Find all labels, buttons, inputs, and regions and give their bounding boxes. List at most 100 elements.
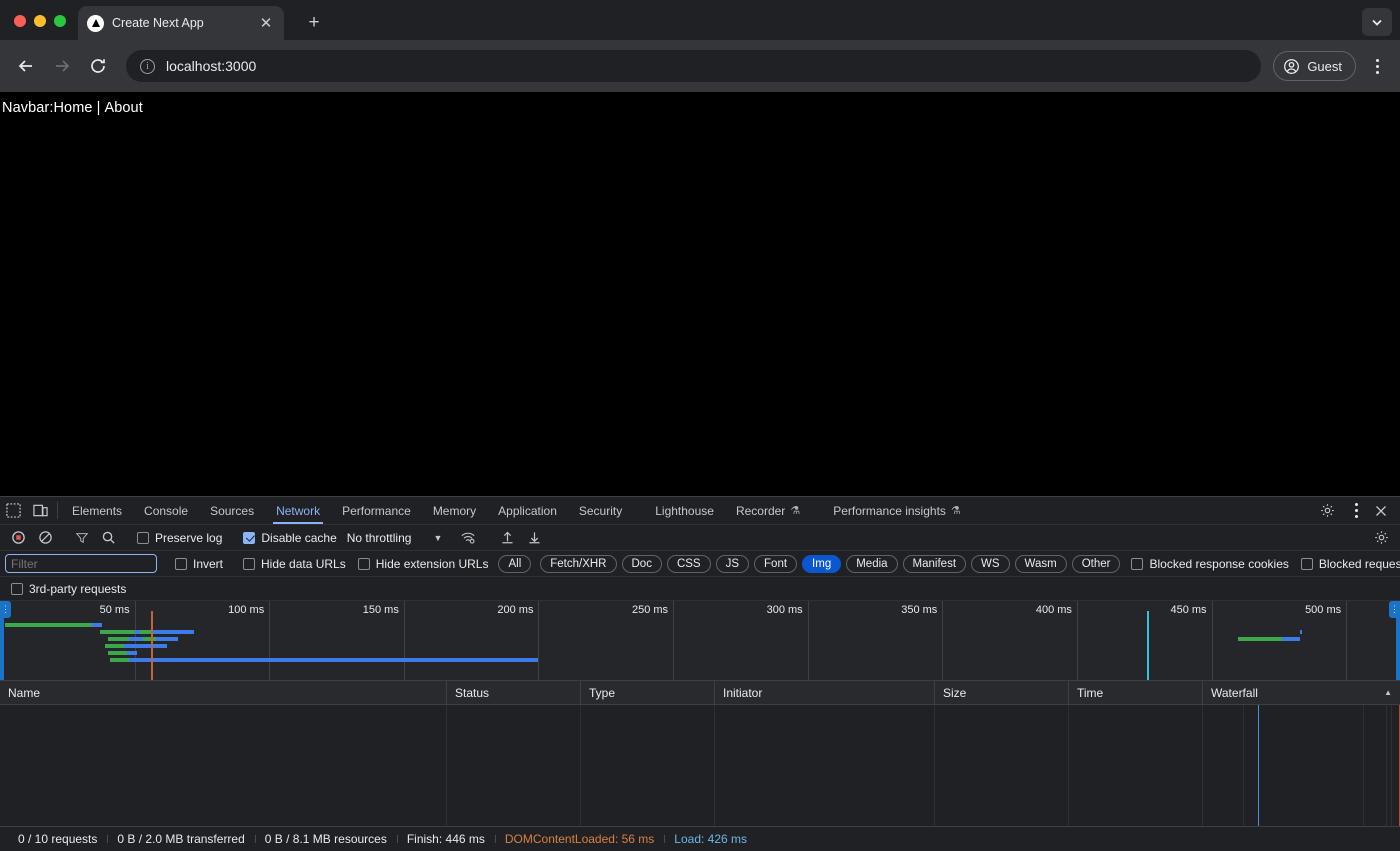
maximize-window-button[interactable] [54, 15, 66, 27]
timeline-bar-wait [5, 623, 91, 627]
preserve-log-label: Preserve log [155, 531, 222, 545]
network-overview-timeline[interactable]: 50 ms100 ms150 ms200 ms250 ms300 ms350 m… [0, 601, 1400, 681]
account-circle-icon [1283, 58, 1300, 75]
tab-lighthouse[interactable]: Lighthouse [633, 497, 725, 524]
timeline-request-bar [140, 630, 188, 634]
nav-link-home[interactable]: Home [53, 100, 92, 116]
record-stop-icon[interactable] [5, 527, 32, 549]
funnel-filter-icon[interactable] [68, 527, 95, 549]
timeline-bar-download [1282, 637, 1301, 641]
invert-checkbox[interactable]: Invert [169, 557, 229, 571]
kebab-menu-icon[interactable] [1347, 503, 1365, 518]
url-text: localhost:3000 [166, 58, 256, 74]
type-filter-fetch-xhr[interactable]: Fetch/XHR [540, 555, 616, 573]
nav-link-about[interactable]: About [104, 100, 142, 116]
hide-data-urls-checkbox[interactable]: Hide data URLs [237, 557, 352, 571]
arrow-right-icon[interactable] [46, 50, 78, 82]
type-filter-wasm[interactable]: Wasm [1015, 555, 1067, 573]
checkbox-box [1131, 558, 1143, 570]
column-header-type[interactable]: Type [581, 681, 715, 704]
column-header-time[interactable]: Time [1069, 681, 1203, 704]
throttling-value: No throttling [347, 531, 412, 545]
tab-memory[interactable]: Memory [422, 497, 487, 524]
info-circle-icon[interactable]: i [140, 59, 155, 74]
timeline-request-bar [108, 651, 138, 655]
column-header-initiator[interactable]: Initiator [715, 681, 935, 704]
tab-performance[interactable]: Performance [331, 497, 422, 524]
tab-security[interactable]: Security [568, 497, 633, 524]
tab-console[interactable]: Console [133, 497, 199, 524]
type-filter-js[interactable]: JS [716, 555, 749, 573]
chip-label: Manifest [913, 558, 956, 570]
gear-icon[interactable] [1314, 503, 1341, 518]
type-filter-font[interactable]: Font [754, 555, 797, 573]
kebab-menu-icon[interactable] [1364, 59, 1390, 74]
throttling-select[interactable]: No throttling ▼ [343, 531, 443, 545]
tab-application[interactable]: Application [487, 497, 568, 524]
page-viewport: Navbar:Home|About [0, 92, 1400, 496]
close-icon[interactable] [1367, 504, 1394, 518]
preserve-log-checkbox[interactable]: Preserve log [131, 531, 228, 545]
type-filter-manifest[interactable]: Manifest [903, 555, 966, 573]
checkbox-box [175, 558, 187, 570]
plus-icon[interactable]: + [302, 12, 326, 34]
column-header-name[interactable]: Name [0, 681, 447, 704]
tab-recorder[interactable]: Recorder ⚗ [725, 497, 811, 524]
profile-button[interactable]: Guest [1273, 51, 1356, 81]
tab-sources[interactable]: Sources [199, 497, 265, 524]
table-body[interactable] [0, 705, 1400, 826]
column-header-waterfall[interactable]: Waterfall ▲ [1203, 681, 1400, 704]
overview-selection-handle-right[interactable]: ⋮ [1396, 601, 1400, 681]
search-magnifier-icon[interactable] [95, 527, 122, 549]
type-filter-css[interactable]: CSS [667, 555, 711, 573]
clear-circle-slash-icon[interactable] [32, 527, 59, 549]
hide-extension-urls-checkbox[interactable]: Hide extension URLs [352, 557, 495, 571]
tab-label: Performance [342, 504, 411, 518]
column-header-size[interactable]: Size [935, 681, 1069, 704]
type-filter-all[interactable]: All [498, 555, 531, 573]
disable-cache-checkbox[interactable]: Disable cache [237, 531, 342, 545]
close-window-button[interactable] [14, 15, 26, 27]
body-column-name [0, 705, 447, 826]
network-request-table: Name Status Type Initiator Size Time Wat… [0, 681, 1400, 826]
network-conditions-wifi-icon[interactable] [454, 527, 481, 549]
import-har-upload-icon[interactable] [494, 527, 521, 549]
reload-icon[interactable] [82, 50, 114, 82]
close-icon[interactable]: ✕ [257, 16, 275, 31]
export-har-download-icon[interactable] [521, 527, 548, 549]
tab-network[interactable]: Network [265, 497, 331, 524]
arrow-left-icon[interactable] [10, 50, 42, 82]
type-filter-other[interactable]: Other [1072, 555, 1121, 573]
device-toolbar-icon[interactable] [27, 497, 54, 524]
column-header-status[interactable]: Status [447, 681, 581, 704]
third-party-requests-label: 3rd-party requests [29, 582, 126, 596]
network-settings-gear-icon[interactable] [1368, 527, 1395, 549]
minimize-window-button[interactable] [34, 15, 46, 27]
tab-label: Security [579, 504, 622, 518]
third-party-requests-checkbox[interactable]: 3rd-party requests [5, 582, 132, 596]
hide-extension-urls-label: Hide extension URLs [376, 557, 489, 571]
blocked-requests-checkbox[interactable]: Blocked requests [1295, 557, 1400, 571]
timeline-tick-label: 250 ms [632, 604, 673, 616]
chip-label: All [508, 558, 521, 570]
tab-performance-insights[interactable]: Performance insights ⚗ [811, 497, 972, 524]
overview-selection-handle-left[interactable]: ⋮ [0, 601, 4, 681]
timeline-tick-label: 200 ms [497, 604, 538, 616]
type-filter-doc[interactable]: Doc [622, 555, 662, 573]
browser-tab[interactable]: Create Next App ✕ [78, 6, 284, 40]
type-filter-media[interactable]: Media [846, 555, 897, 573]
checkbox-box [1301, 558, 1313, 570]
tab-label: Memory [433, 504, 476, 518]
type-filter-ws[interactable]: WS [971, 555, 1010, 573]
chevron-down-icon[interactable] [1362, 8, 1392, 36]
timeline-marker-domcontentloaded [151, 611, 153, 681]
filter-input[interactable] [5, 554, 157, 573]
address-bar[interactable]: i localhost:3000 [126, 50, 1261, 82]
blocked-response-cookies-checkbox[interactable]: Blocked response cookies [1125, 557, 1294, 571]
column-label: Status [455, 686, 489, 700]
network-status-bar: 0 / 10 requests 0 B / 2.0 MB transferred… [0, 826, 1400, 851]
type-filter-img[interactable]: Img [802, 555, 841, 573]
tab-elements[interactable]: Elements [61, 497, 133, 524]
timeline-bar-wait [108, 651, 127, 655]
inspect-element-icon[interactable] [0, 497, 27, 524]
